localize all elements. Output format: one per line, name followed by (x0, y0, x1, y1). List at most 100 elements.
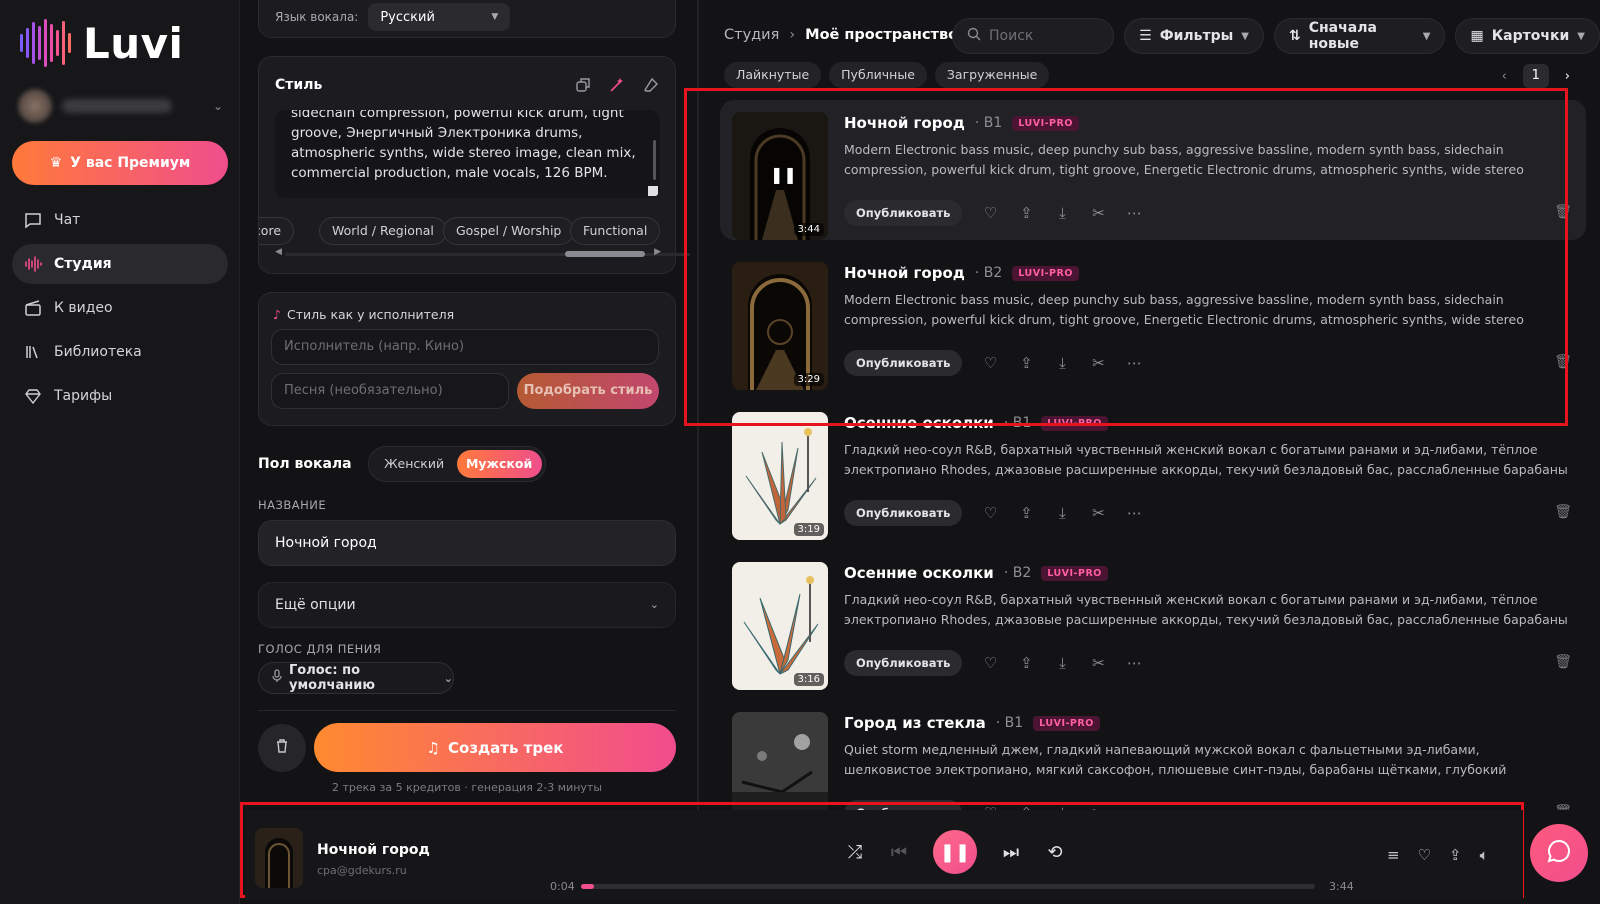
nav-item-library[interactable]: Библиотека (12, 332, 228, 372)
song-input[interactable]: Песня (необязательно) (271, 373, 509, 409)
gender-male-option[interactable]: Мужской (456, 450, 542, 478)
scissors-icon[interactable]: ✂ (1090, 354, 1106, 372)
track-card[interactable]: 3:19 Осенние осколки · B1 LUVI-PRO Гладк… (720, 400, 1586, 540)
share-icon[interactable]: ⇪ (1018, 504, 1034, 522)
heart-icon[interactable]: ♡ (982, 504, 998, 522)
track-cover-image[interactable]: 3:29 (732, 262, 828, 390)
resize-handle-icon[interactable] (648, 186, 658, 196)
chips-scrollbar[interactable]: ◀ ▶ (275, 247, 690, 258)
track-cover-image[interactable]: 3:16 (732, 562, 828, 690)
shuffle-icon[interactable]: ⤮ (845, 842, 865, 863)
previous-track-icon[interactable]: ⏮ (889, 842, 909, 863)
volume-icon[interactable]: 🔈︎ (1480, 846, 1489, 864)
track-card[interactable]: Город из стекла · B1 LUVI-PRO Quiet stor… (720, 700, 1586, 810)
heart-icon[interactable]: ♡ (982, 654, 998, 672)
scissors-icon[interactable]: ✂ (1090, 654, 1106, 672)
player-track-title[interactable]: Ночной город (317, 842, 430, 858)
trash-icon[interactable]: 🗑︎ (1554, 204, 1572, 220)
trash-icon[interactable]: 🗑︎ (1554, 804, 1572, 810)
support-chat-button[interactable] (1530, 824, 1588, 882)
more-options-toggle[interactable]: Ещё опции ⌄ (258, 582, 676, 628)
share-icon[interactable]: ⇪ (1018, 354, 1034, 372)
more-icon[interactable]: ⋯ (1126, 204, 1142, 222)
queue-icon[interactable]: ≡ (1387, 846, 1400, 864)
share-icon[interactable]: ⇪ (1018, 204, 1034, 222)
gender-female-option[interactable]: Женский (372, 450, 457, 478)
filters-button[interactable]: ☰ Фильтры ▼ (1124, 18, 1264, 54)
trash-icon[interactable]: 🗑︎ (1554, 354, 1572, 370)
pause-button[interactable]: ❚❚ (933, 830, 977, 874)
track-card[interactable]: 3:16 Осенние осколки · B2 LUVI-PRO Гладк… (720, 550, 1586, 690)
track-cover-image[interactable]: ❚❚ 3:44 (732, 112, 828, 240)
logo[interactable]: Luvi (20, 18, 183, 68)
track-title[interactable]: Осенние осколки (844, 564, 994, 582)
textarea-scrollbar[interactable] (653, 140, 656, 180)
track-cover-image[interactable]: 3:19 (732, 412, 828, 540)
publish-button[interactable]: Опубликовать (844, 350, 963, 376)
trash-icon[interactable]: 🗑︎ (1554, 654, 1572, 670)
more-icon[interactable]: ⋯ (1126, 354, 1142, 372)
prev-page-icon[interactable]: ‹ (1502, 69, 1507, 84)
download-icon[interactable]: ⤓ (1054, 504, 1070, 522)
next-track-icon[interactable]: ⏭ (1001, 842, 1021, 863)
copy-icon[interactable] (575, 77, 591, 97)
create-track-button[interactable]: ♫ Создать трек (314, 723, 676, 772)
track-card[interactable]: ❚❚ 3:44 Ночной город · B1 LUVI-PRO Moder… (720, 100, 1586, 240)
publish-button[interactable]: Опубликовать (844, 650, 963, 676)
next-page-icon[interactable]: › (1565, 69, 1570, 84)
genre-chip[interactable]: Score (259, 217, 295, 245)
share-icon[interactable]: ⇪ (1449, 846, 1462, 864)
style-textarea[interactable]: sidechain compression, powerful kick dru… (275, 110, 660, 198)
sort-button[interactable]: ⇅ Сначала новые ▼ (1274, 18, 1446, 54)
tab-public[interactable]: Публичные (829, 62, 927, 88)
more-icon[interactable]: ⋯ (1126, 654, 1142, 672)
genre-chip[interactable]: World / Regional (319, 217, 447, 245)
heart-icon[interactable]: ♡ (982, 354, 998, 372)
download-icon[interactable]: ⤓ (1054, 654, 1070, 672)
magic-wand-icon[interactable] (609, 77, 625, 97)
artist-input[interactable]: Исполнитель (напр. Кино) (271, 329, 659, 365)
repeat-icon[interactable]: ⟲ (1045, 842, 1065, 863)
share-icon[interactable]: ⇪ (1018, 654, 1034, 672)
breadcrumb-studio[interactable]: Студия (724, 27, 779, 43)
heart-icon[interactable]: ♡ (982, 204, 998, 222)
scroll-right-icon[interactable]: ▶ (654, 247, 661, 257)
account-switcher[interactable]: ⌄ (18, 88, 223, 124)
scrollbar-thumb[interactable] (565, 251, 645, 257)
nav-item-video[interactable]: К видео (12, 288, 228, 328)
pause-icon[interactable]: ❚❚ (770, 165, 797, 184)
vocal-language-select[interactable]: Русский ▼ (368, 3, 511, 31)
publish-button[interactable]: Опубликовать (844, 800, 963, 810)
search-input[interactable]: Поиск (952, 18, 1115, 54)
scissors-icon[interactable]: ✂ (1090, 504, 1106, 522)
scissors-icon[interactable]: ✂ (1090, 204, 1106, 222)
trash-icon[interactable]: 🗑︎ (1554, 504, 1572, 520)
publish-button[interactable]: Опубликовать (844, 200, 963, 226)
more-icon[interactable]: ⋯ (1126, 504, 1142, 522)
pick-style-button[interactable]: Подобрать стиль (517, 373, 659, 409)
view-mode-button[interactable]: ▦ Карточки ▼ (1455, 18, 1600, 54)
track-title[interactable]: Город из стекла (844, 714, 986, 732)
track-title[interactable]: Ночной город (844, 264, 965, 282)
heart-icon[interactable]: ♡ (1418, 846, 1431, 864)
clear-form-button[interactable] (258, 724, 306, 772)
tab-uploaded[interactable]: Загруженные (934, 62, 1050, 88)
nav-item-chat[interactable]: Чат (12, 200, 228, 240)
voice-select[interactable]: Голос: по умолчанию ⌄ (258, 662, 454, 694)
download-icon[interactable]: ⤓ (1054, 204, 1070, 222)
eraser-icon[interactable] (643, 77, 659, 97)
page-number[interactable]: 1 (1522, 64, 1549, 88)
download-icon[interactable]: ⤓ (1054, 354, 1070, 372)
track-title[interactable]: Ночной город (844, 114, 965, 132)
panel-divider[interactable] (697, 0, 699, 810)
track-name-input[interactable]: Ночной город (258, 520, 676, 566)
tab-liked[interactable]: Лайкнутые (724, 62, 822, 88)
player-cover-image[interactable] (255, 828, 303, 888)
publish-button[interactable]: Опубликовать (844, 500, 963, 526)
track-card[interactable]: 3:29 Ночной город · B2 LUVI-PRO Modern E… (720, 250, 1586, 390)
track-cover-image[interactable] (732, 712, 828, 810)
premium-button[interactable]: ♛ У вас Премиум (12, 141, 228, 185)
genre-chip[interactable]: Gospel / Worship (443, 217, 575, 245)
genre-chip[interactable]: Functional (570, 217, 661, 245)
scroll-left-icon[interactable]: ◀ (275, 247, 282, 257)
